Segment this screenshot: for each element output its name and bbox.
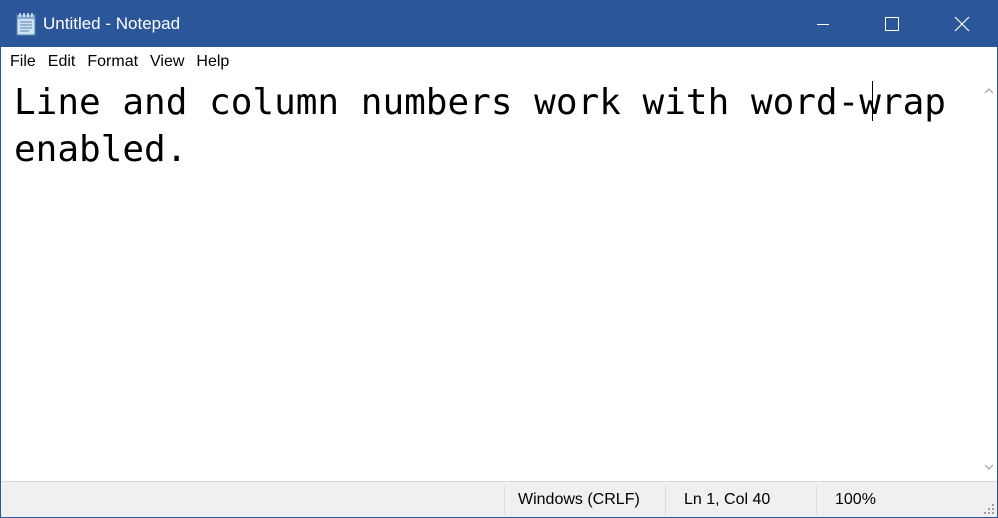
line-ending-status: Windows (CRLF) (518, 491, 640, 508)
cursor-position-status: Ln 1, Col 40 (684, 491, 771, 508)
menu-view[interactable]: View (144, 49, 190, 75)
text-caret (872, 81, 873, 121)
status-separator (665, 486, 666, 514)
editor-text[interactable]: Line and column numbers work with word-w… (14, 79, 972, 173)
maximize-button[interactable] (857, 1, 927, 47)
chevron-up-icon (984, 87, 993, 93)
vertical-scrollbar[interactable] (980, 77, 997, 481)
status-separator (816, 486, 817, 514)
chevron-down-icon (984, 464, 993, 470)
minimize-icon (817, 24, 829, 25)
status-bar: Windows (CRLF) Ln 1, Col 40 100% (1, 481, 997, 517)
menu-bar: File Edit Format View Help (1, 47, 997, 77)
zoom-status: 100% (835, 491, 876, 508)
title-bar[interactable]: Untitled - Notepad (1, 1, 997, 47)
menu-help[interactable]: Help (190, 49, 235, 75)
close-button[interactable] (927, 1, 997, 47)
scroll-up-button[interactable] (980, 82, 997, 99)
minimize-button[interactable] (788, 1, 858, 47)
menu-edit[interactable]: Edit (42, 49, 82, 75)
menu-format[interactable]: Format (81, 49, 144, 75)
close-icon (954, 16, 970, 32)
status-separator (504, 486, 505, 514)
window-title: Untitled - Notepad (43, 14, 181, 33)
scroll-down-button[interactable] (980, 458, 997, 475)
notepad-icon (16, 13, 36, 36)
text-editor[interactable]: Line and column numbers work with word-w… (1, 77, 980, 481)
maximize-icon (885, 17, 899, 31)
resize-grip-icon[interactable] (983, 503, 995, 515)
menu-file[interactable]: File (4, 49, 42, 75)
notepad-window: Untitled - Notepad File Edit Format View… (0, 0, 998, 518)
